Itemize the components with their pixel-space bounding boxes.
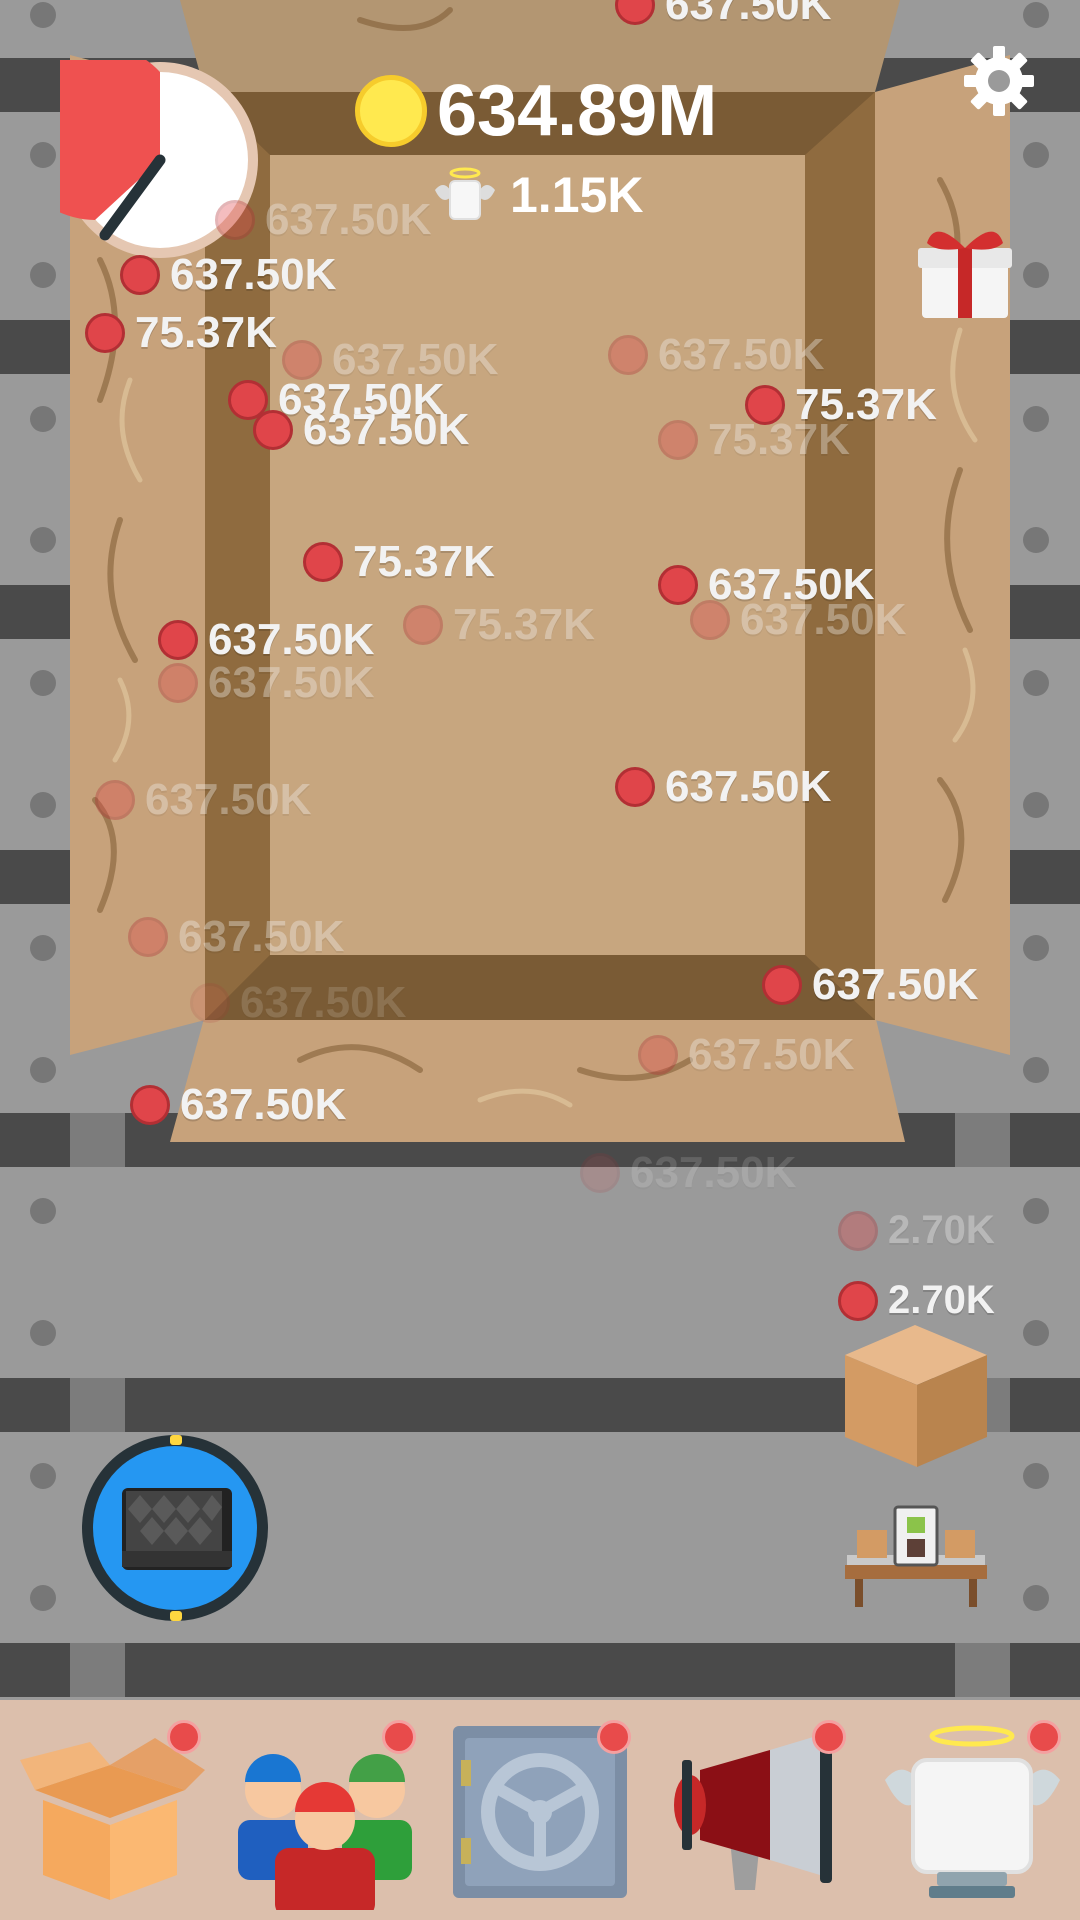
wallet-icon — [82, 1435, 268, 1621]
value-popup: 637.50K — [128, 912, 344, 962]
nav-marketing-button[interactable] — [660, 1720, 850, 1910]
value-popup: 637.50K — [615, 0, 831, 30]
value-popup: 637.50K — [95, 775, 311, 825]
gift-icon — [918, 231, 1012, 318]
value-popup: 637.50K — [130, 1080, 346, 1130]
nav-angels-button[interactable] — [875, 1720, 1065, 1910]
angel-counter: 1.15K — [430, 165, 643, 225]
value-popup: 637.50K — [158, 658, 374, 708]
gear-icon — [964, 46, 1034, 116]
value-popup: 2.70K — [838, 1208, 995, 1253]
machine-icon — [845, 1505, 987, 1607]
coin-icon — [355, 75, 427, 147]
value-popup: 637.50K — [190, 978, 406, 1028]
value-popup: 75.37K — [85, 308, 277, 358]
settings-button[interactable] — [962, 44, 1036, 118]
value-popup: 637.50K — [580, 1148, 796, 1198]
nav-boxes-button[interactable] — [15, 1720, 205, 1910]
value-popup: 2.70K — [838, 1278, 995, 1323]
notification-badge — [1027, 1720, 1061, 1754]
coin-total: 634.89M — [437, 71, 718, 151]
value-popup: 637.50K — [690, 595, 906, 645]
notification-badge — [597, 1720, 631, 1754]
notification-badge — [167, 1720, 201, 1754]
nav-vault-button[interactable] — [445, 1720, 635, 1910]
notification-badge — [382, 1720, 416, 1754]
value-popup: 637.50K — [120, 250, 336, 300]
box-icon — [845, 1325, 987, 1467]
bottom-nav — [0, 1700, 1080, 1920]
coin-counter: 634.89M — [355, 70, 717, 152]
angel-box-icon — [435, 167, 495, 220]
packing-machine[interactable] — [845, 1505, 987, 1613]
value-popup: 637.50K — [762, 960, 978, 1010]
angel-count: 1.15K — [510, 167, 644, 223]
boost-button[interactable] — [80, 1433, 270, 1623]
value-popup: 75.37K — [403, 600, 595, 650]
value-popup: 637.50K — [615, 762, 831, 812]
nav-workers-button[interactable] — [230, 1720, 420, 1918]
notification-badge — [812, 1720, 846, 1754]
gift-button[interactable] — [910, 218, 1020, 328]
value-popup: 75.37K — [303, 537, 495, 587]
value-popup: 637.50K — [215, 195, 431, 245]
value-popup: 75.37K — [658, 415, 850, 465]
value-popup: 637.50K — [253, 405, 469, 455]
value-popup: 637.50K — [608, 330, 824, 380]
value-popup: 637.50K — [638, 1030, 854, 1080]
conveyor-box[interactable] — [845, 1325, 987, 1467]
